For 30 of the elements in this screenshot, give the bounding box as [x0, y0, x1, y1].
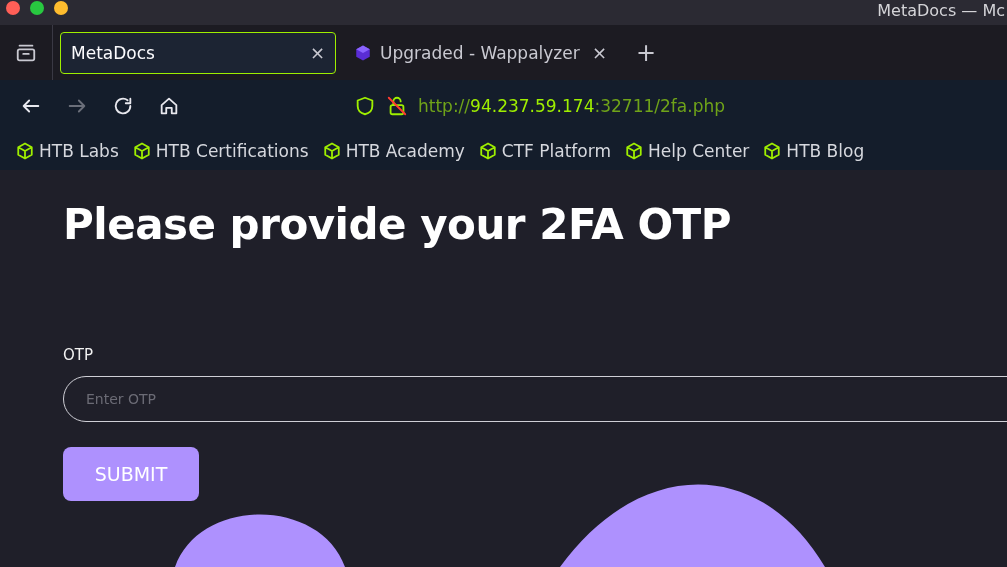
- close-window-button[interactable]: [6, 0, 20, 15]
- field-label: OTP: [63, 346, 94, 364]
- bookmark-link[interactable]: HTB Blog: [763, 141, 865, 161]
- cube-icon: [478, 142, 497, 160]
- bookmark-link[interactable]: CTF Platform: [478, 141, 611, 161]
- cube-icon: [322, 142, 341, 160]
- cube-icon: [132, 142, 151, 160]
- close-tab-button[interactable]: ×: [309, 42, 325, 63]
- lock-icon: [386, 95, 408, 117]
- page-heading: Please provide your 2FA OTP: [63, 200, 732, 249]
- bookmark-link[interactable]: HTB Labs: [16, 141, 119, 161]
- maximize-window-button[interactable]: [30, 0, 44, 15]
- otp-input-field[interactable]: Enter OTP: [63, 376, 1007, 422]
- shield-icon: [354, 95, 376, 117]
- cube-icon: [763, 142, 782, 160]
- bookmark-link[interactable]: HTB Certifications: [132, 141, 309, 161]
- browser-tab[interactable]: Upgraded - Wappalyzer ×: [343, 31, 618, 74]
- url-text[interactable]: http://94.237.59.174:32711/2fa.php: [418, 96, 725, 116]
- bookmark-link[interactable]: HTB Academy: [322, 141, 465, 161]
- minimize-window-button[interactable]: [54, 0, 68, 15]
- cube-icon: [624, 142, 643, 160]
- reload-icon[interactable]: [112, 95, 134, 117]
- browser-tab[interactable]: MetaDocs ×: [60, 31, 336, 74]
- bookmark-link[interactable]: Help Center: [624, 141, 750, 161]
- home-icon[interactable]: [158, 95, 180, 117]
- window-title: MetaDocs — Mc: [877, 1, 1005, 20]
- cube-icon: [16, 142, 34, 160]
- cube-icon: [354, 43, 372, 62]
- new-tab-button[interactable]: +: [636, 38, 657, 67]
- close-tab-button[interactable]: ×: [591, 42, 607, 63]
